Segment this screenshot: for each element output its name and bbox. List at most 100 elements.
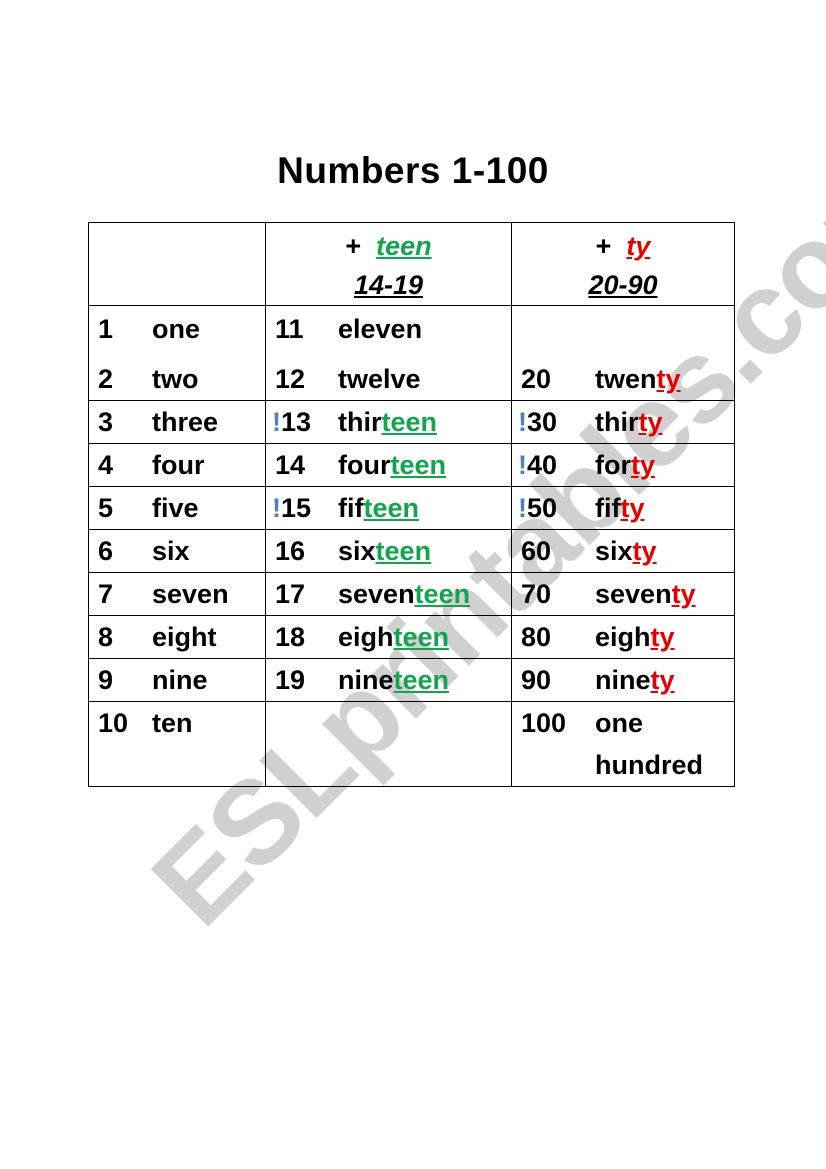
table-row: 4 four 14 fourteen !40 forty — [88, 443, 735, 487]
teen-suffix: teen — [375, 536, 432, 566]
plus-sign: + — [595, 231, 612, 261]
exclamation-mark: ! — [272, 407, 281, 437]
number-word: fourteen — [338, 444, 446, 486]
ones-cell: 5 five — [88, 486, 266, 530]
number: 10 — [98, 708, 129, 738]
ty-suffix: ty — [638, 407, 663, 437]
number-word: eight — [152, 622, 217, 652]
number: 18 — [275, 622, 306, 652]
number: 60 — [521, 536, 552, 566]
teens-cell: !13 thirteen — [265, 400, 512, 444]
number-word: ten — [152, 708, 193, 738]
plus-sign: + — [345, 231, 362, 261]
teen-range: 14-19 — [353, 270, 424, 300]
number: 2 — [98, 364, 114, 394]
word-stem: for — [595, 450, 631, 480]
number-word: fifteen — [338, 487, 419, 529]
table-row: 8 eight 18 eighteen 80 eighty — [88, 615, 735, 659]
number-word: six — [152, 536, 190, 566]
tens-cell: 20 twenty — [511, 305, 735, 401]
number: 4 — [98, 450, 114, 480]
table-row: 3 three !13 thirteen !30 thirty — [88, 400, 735, 444]
exclamation-mark: ! — [518, 493, 527, 523]
number-word: nineteen — [338, 659, 449, 701]
number: 100 — [521, 708, 567, 738]
tens-cell: !50 fifty — [511, 486, 735, 530]
number-word-line2: hundred — [595, 750, 703, 780]
word-stem: thir — [595, 407, 639, 437]
word-stem: fif — [338, 493, 364, 523]
ty-suffix: ty — [650, 665, 675, 695]
numbers-table: + teen 14-19 + ty 20-90 1 one 2 two 11 elev… — [88, 222, 735, 787]
table-row: 6 six 16 sixteen 60 sixty — [88, 529, 735, 573]
number-word: four — [152, 450, 205, 480]
number-word: fifty — [595, 487, 645, 529]
word-stem: four — [338, 450, 391, 480]
ones-cell: 1 one 2 two — [88, 305, 266, 401]
number: 13 — [281, 407, 312, 437]
exclamation-mark: ! — [518, 450, 527, 480]
teens-cell-empty — [265, 701, 512, 787]
number: 12 — [275, 364, 306, 394]
number: 90 — [521, 665, 552, 695]
header-cell-ty: + ty 20-90 — [511, 222, 735, 306]
number: 15 — [281, 493, 312, 523]
table-row: 7 seven 17 seventeen 70 seventy — [88, 572, 735, 616]
teens-cell: 11 eleven 12 twelve — [265, 305, 512, 401]
number-word: two — [152, 364, 199, 394]
number-word: twelve — [338, 364, 421, 394]
tens-cell: 70 seventy — [511, 572, 735, 616]
ones-cell: 9 nine — [88, 658, 266, 702]
tens-cell: 60 sixty — [511, 529, 735, 573]
ty-range: 20-90 — [588, 270, 658, 300]
exclamation-mark: ! — [518, 407, 527, 437]
teen-suffix: teen — [390, 450, 447, 480]
number: 50 — [527, 493, 558, 523]
tens-cell: 80 eighty — [511, 615, 735, 659]
header-cell-teen: + teen 14-19 — [265, 222, 512, 306]
word-stem: seven — [595, 579, 672, 609]
number-word: forty — [595, 444, 655, 486]
number-word: sixty — [595, 530, 657, 572]
number-word: one — [595, 708, 644, 738]
number-word: nine — [152, 665, 208, 695]
ty-suffix: ty — [671, 579, 696, 609]
ty-suffix: ty — [631, 450, 656, 480]
tens-cell: !40 forty — [511, 443, 735, 487]
ones-cell: 8 eight — [88, 615, 266, 659]
number-word: three — [152, 407, 219, 437]
number: 7 — [98, 579, 114, 609]
number: 5 — [98, 493, 114, 523]
number: 16 — [275, 536, 306, 566]
tens-cell: 90 ninety — [511, 658, 735, 702]
word-stem: fif — [595, 493, 621, 523]
tens-cell: !30 thirty — [511, 400, 735, 444]
header-cell-empty — [88, 222, 266, 306]
ty-suffix: ty — [650, 622, 675, 652]
ones-cell: 4 four — [88, 443, 266, 487]
ones-cell: 10 ten — [88, 701, 266, 787]
table-row: 9 nine 19 nineteen 90 ninety — [88, 658, 735, 702]
number-word: eighty — [595, 616, 675, 658]
table-row: 1 one 2 two 11 eleven 12 twelve 20 twenty — [88, 305, 735, 401]
table-header-row: + teen 14-19 + ty 20-90 — [88, 222, 735, 306]
word-stem: nine — [595, 665, 651, 695]
word-stem: seven — [338, 579, 415, 609]
number: 20 — [521, 364, 552, 394]
number-word: ninety — [595, 659, 675, 701]
number-word: sixteen — [338, 530, 431, 572]
number: 30 — [527, 407, 558, 437]
number: 6 — [98, 536, 114, 566]
word-stem: thir — [338, 407, 382, 437]
table-row: 5 five ! 15 fifteen !50 fifty — [88, 486, 735, 530]
ones-cell: 6 six — [88, 529, 266, 573]
number-word: twenty — [595, 358, 681, 400]
number: 8 — [98, 622, 114, 652]
word-stem: twen — [595, 364, 657, 394]
number-word: eleven — [338, 314, 423, 344]
number: 11 — [275, 314, 304, 344]
teens-cell: 14 fourteen — [265, 443, 512, 487]
number: 3 — [98, 407, 114, 437]
number-word: thirteen — [338, 401, 437, 443]
number: 40 — [527, 450, 558, 480]
